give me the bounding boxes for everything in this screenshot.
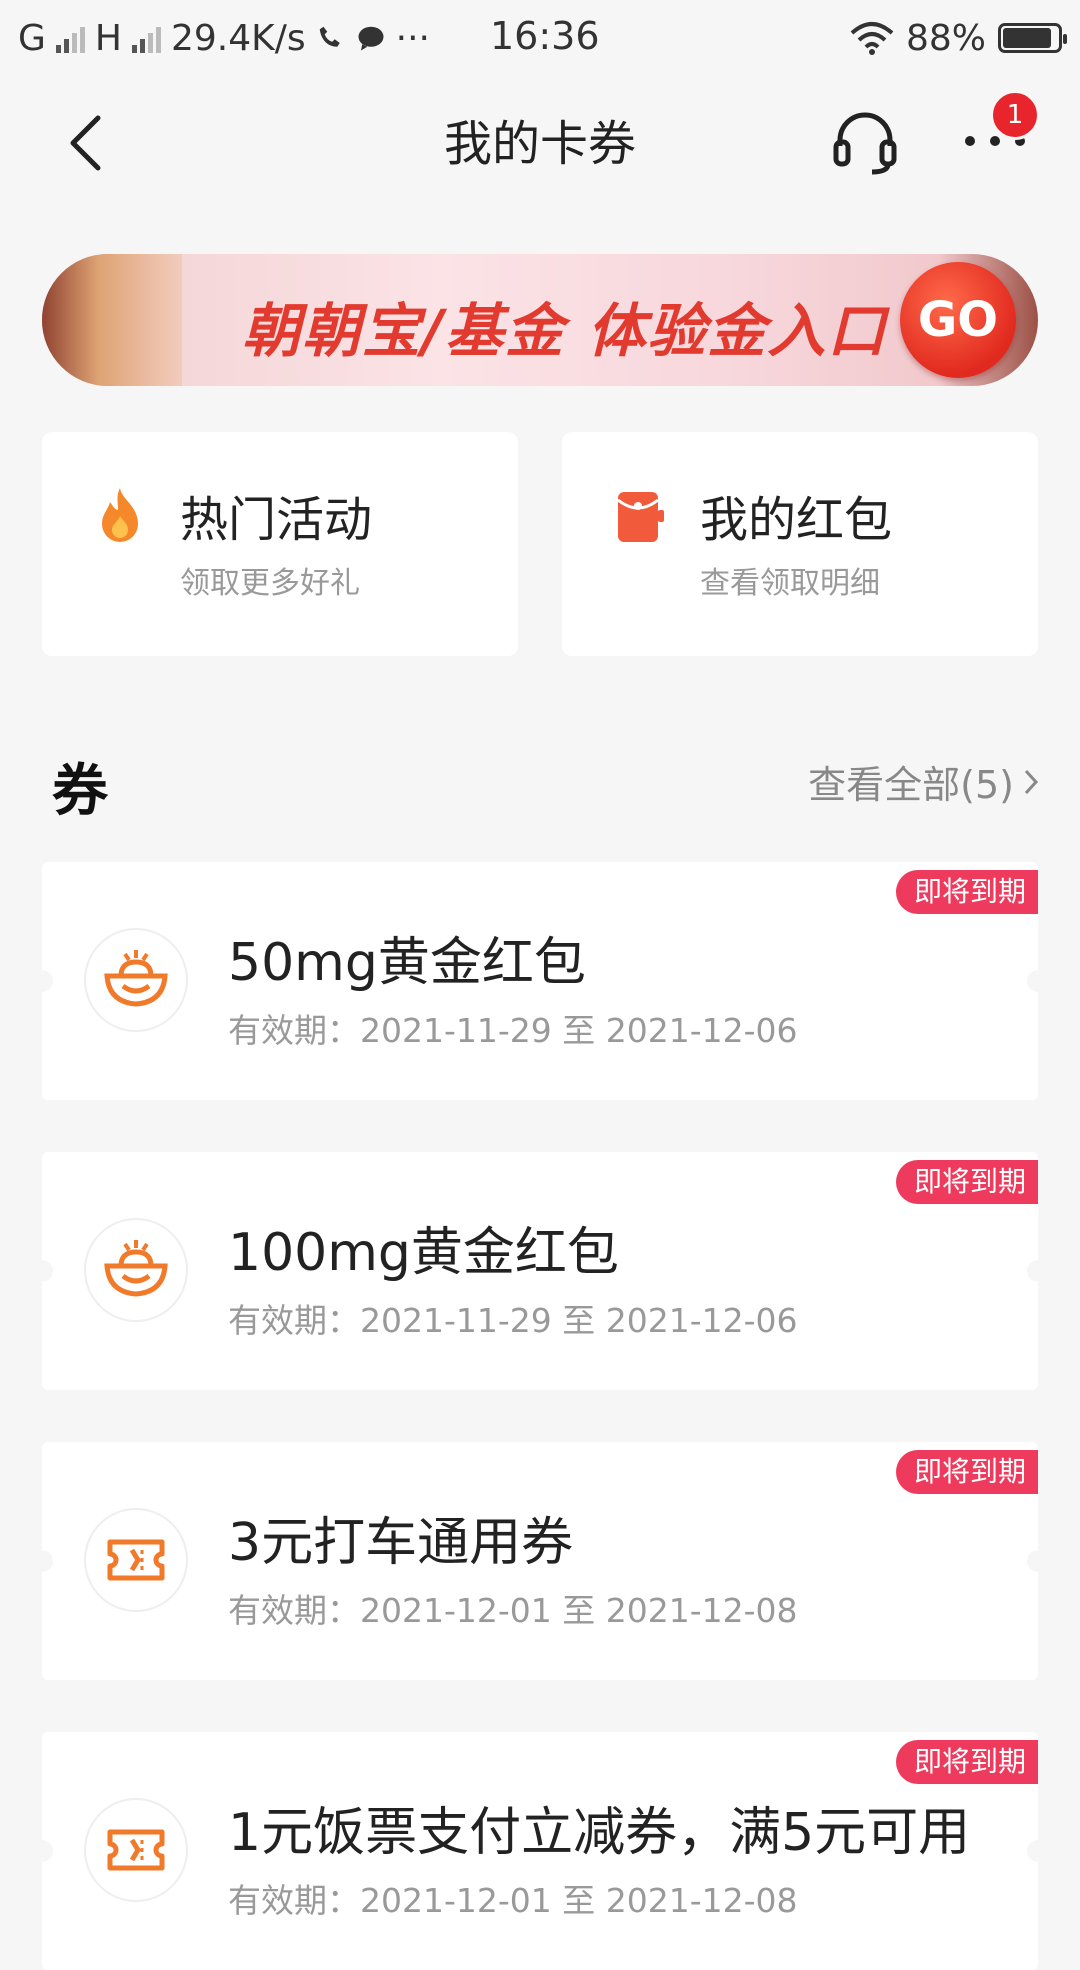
- coupon-icon-wrap: [84, 1798, 188, 1902]
- network-speed: 29.4K/s: [170, 17, 306, 59]
- coupon-icon-wrap: [84, 928, 188, 1032]
- banner-decoration: [42, 254, 182, 386]
- coupon-validity: 有效期：2021-12-01 至 2021-12-08: [228, 1591, 798, 1630]
- page-title: 我的卡券: [443, 116, 636, 172]
- section-title: 券: [52, 759, 108, 824]
- view-all-label: 查看全部(5): [808, 763, 1014, 807]
- expiring-tag: 即将到期: [895, 1160, 1038, 1204]
- chat-icon: [358, 26, 384, 51]
- coupon-name: 100mg黄金红包: [228, 1223, 619, 1283]
- coupon-item[interactable]: 1元饭票支付立减券，满5元可用 有效期：2021-12-01 至 2021-12…: [31, 1732, 1049, 1970]
- status-left: G H 29.4K/s ···: [18, 18, 430, 59]
- coupon-validity: 有效期：2021-12-01 至 2021-12-08: [228, 1881, 798, 1920]
- coupon-name: 3元打车通用券: [228, 1513, 574, 1573]
- headset-icon[interactable]: [830, 106, 900, 176]
- coupon-icon-wrap: [84, 1508, 188, 1612]
- battery-icon: [998, 23, 1067, 53]
- coupon-name: 50mg黄金红包: [228, 933, 586, 993]
- coupon-item[interactable]: 100mg黄金红包 有效期：2021-11-29 至 2021-12-06 即将…: [31, 1152, 1049, 1390]
- gold-ingot-icon: [104, 950, 168, 1007]
- card-title: 我的红包: [700, 492, 893, 548]
- signal-icon: [55, 23, 85, 53]
- battery-percent: 88%: [905, 17, 986, 59]
- network-label-2: H: [94, 17, 122, 59]
- coupon-item[interactable]: 3元打车通用券 有效期：2021-12-01 至 2021-12-08 即将到期: [31, 1442, 1049, 1680]
- wifi-icon: [850, 22, 894, 55]
- coupon-name: 1元饭票支付立减券，满5元可用: [228, 1803, 971, 1863]
- expiring-tag: 即将到期: [895, 870, 1038, 914]
- flame-icon: [102, 488, 138, 542]
- expiring-tag: 即将到期: [895, 1450, 1038, 1494]
- coupon-validity: 有效期：2021-11-29 至 2021-12-06: [228, 1301, 798, 1340]
- status-right: 88%: [850, 17, 1067, 59]
- expiring-tag: 即将到期: [895, 1740, 1038, 1784]
- my-red-envelopes-card[interactable]: 我的红包 查看领取明细: [562, 432, 1038, 656]
- view-all-link[interactable]: 查看全部(5): [808, 754, 1040, 809]
- gold-ingot-icon: [104, 1240, 168, 1297]
- chevron-right-icon: [1024, 769, 1039, 794]
- card-title: 热门活动: [180, 492, 373, 548]
- red-envelope-icon: [617, 492, 664, 542]
- nav-bar: 我的卡券: [0, 76, 1080, 206]
- coupon-item[interactable]: 50mg黄金红包 有效期：2021-11-29 至 2021-12-06 即将到…: [31, 862, 1049, 1100]
- ticket-icon: [107, 1539, 165, 1581]
- phone-icon: [319, 26, 340, 47]
- clock: 16:36: [490, 14, 600, 58]
- coupon-validity: 有效期：2021-11-29 至 2021-12-06: [228, 1011, 798, 1050]
- promo-banner[interactable]: 朝朝宝/基金 体验金入口 GO: [42, 254, 1038, 386]
- notification-badge: 1: [990, 90, 1040, 140]
- status-bar: G H 29.4K/s ··· 16:36 88%: [0, 0, 1080, 76]
- coupon-icon-wrap: [84, 1218, 188, 1322]
- card-subtitle: 领取更多好礼: [180, 566, 360, 601]
- banner-text: 朝朝宝/基金 体验金入口: [242, 297, 888, 365]
- network-label-1: G: [18, 17, 46, 59]
- card-subtitle: 查看领取明细: [700, 566, 880, 601]
- hot-activities-card[interactable]: 热门活动 领取更多好礼: [42, 432, 518, 656]
- signal-icon-2: [131, 23, 161, 53]
- go-button[interactable]: GO: [900, 262, 1016, 378]
- more-notifications: ···: [395, 17, 430, 59]
- ticket-icon: [107, 1829, 165, 1871]
